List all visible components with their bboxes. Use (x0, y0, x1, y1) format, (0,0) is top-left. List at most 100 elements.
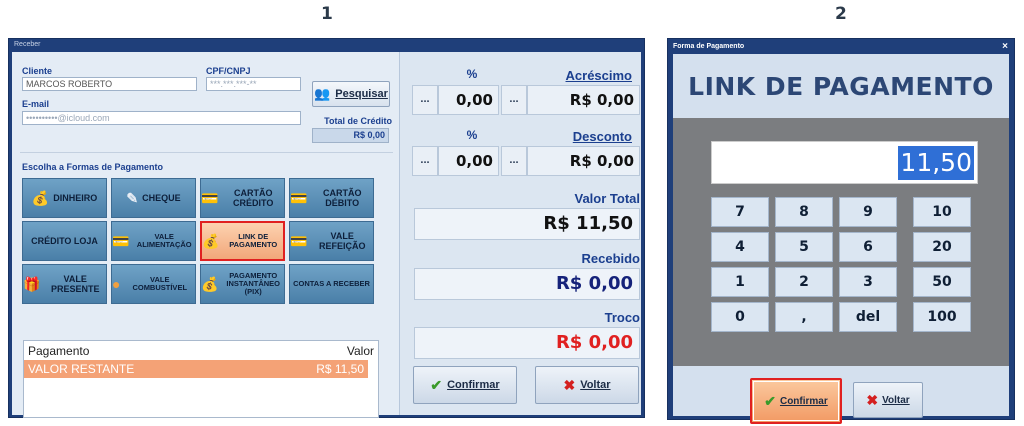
change-label: Troco (604, 310, 640, 325)
received-label: Recebido (581, 251, 640, 266)
cpf-field[interactable]: ***.***.***-** (206, 77, 301, 91)
cash-icon: 💰 (31, 190, 50, 206)
link-payment-icon: 💰 (202, 233, 220, 249)
client-label: Cliente (22, 66, 53, 76)
payment-gift-voucher-button[interactable]: 🎁 VALE PRESENTE (22, 264, 107, 304)
receive-window: Receber Cliente MARCOS ROBERTO CPF/CNPJ … (8, 38, 645, 418)
window-title: Forma de Pagamento (673, 43, 745, 50)
column-value: Valor (346, 343, 374, 358)
gift-icon: 🎁 (23, 276, 41, 292)
email-label: E-mail (22, 99, 50, 109)
window-title-bar: Forma de Pagamento × (668, 39, 1014, 54)
confirm-button-label: Confirmar (779, 395, 828, 407)
left-pane: Cliente MARCOS ROBERTO CPF/CNPJ ***.***.… (12, 52, 400, 418)
pix-icon: 💰 (201, 276, 219, 292)
payment-fuel-voucher-button[interactable]: ● VALE COMBUSTÍVEL (111, 264, 196, 304)
surcharge-value-field[interactable]: R$ 0,00 (527, 85, 640, 115)
keypad-key[interactable]: 8 (775, 197, 833, 227)
close-x-icon: ✖ (866, 391, 879, 408)
column-payment: Pagamento (28, 343, 90, 358)
window-title: Receber (14, 41, 41, 48)
payment-meal-voucher-button[interactable]: 💳 VALE REFEIÇÃO (289, 221, 374, 261)
payment-fuel-voucher-label: VALE COMBUSTÍVEL (132, 275, 188, 292)
discount-value-field[interactable]: R$ 0,00 (527, 146, 640, 176)
back-button[interactable]: ✖ Voltar (535, 366, 639, 404)
amount-input[interactable]: 11,50 (711, 141, 978, 184)
discount-percent-dots-button[interactable]: ... (412, 146, 438, 176)
table-row[interactable]: VALOR RESTANTE R$ 11,50 (24, 360, 368, 378)
keypad-key[interactable]: 7 (711, 197, 769, 227)
back-button[interactable]: ✖ Voltar (853, 382, 923, 418)
payment-gift-voucher-label: VALE PRESENTE (50, 274, 100, 294)
change-value: R$ 0,00 (414, 327, 640, 359)
surcharge-value-dots-button[interactable]: ... (501, 85, 527, 115)
keypad-key[interactable]: 50 (913, 267, 971, 297)
total-value: R$ 11,50 (414, 208, 640, 240)
confirm-button[interactable]: ✔ Confirmar (413, 366, 517, 404)
payments-table[interactable]: Pagamento Valor VALOR RESTANTE R$ 11,50 (23, 340, 379, 418)
keypad-key[interactable]: 6 (839, 232, 897, 262)
cpf-label: CPF/CNPJ (206, 66, 251, 76)
payment-pix-label: PAGAMENTO INSTANTÂNEO (PIX) (226, 271, 281, 296)
received-value[interactable]: R$ 0,00 (414, 268, 640, 300)
payment-food-voucher-button[interactable]: 💳 VALE ALIMENTAÇÃO (111, 221, 196, 261)
keypad-key[interactable]: , (775, 302, 833, 332)
surcharge-percent-dots-button[interactable]: ... (412, 85, 438, 115)
confirm-button-label: Confirmar (447, 379, 500, 391)
search-button-label: Pesquisar (335, 88, 388, 100)
back-button-label: Voltar (580, 379, 611, 391)
keypad-key[interactable]: 3 (839, 267, 897, 297)
discount-percent-field[interactable]: 0,00 (438, 146, 499, 176)
choose-payment-label: Escolha a Formas de Pagamento (22, 162, 164, 172)
payment-credit-card-label: CARTÃO CRÉDITO (233, 188, 274, 208)
payment-debit-card-label: CARTÃO DÉBITO (322, 188, 362, 208)
keypad-key[interactable]: 5 (775, 232, 833, 262)
payment-cash-label: DINHEIRO (53, 193, 98, 203)
row-payment: VALOR RESTANTE (28, 362, 135, 376)
search-button[interactable]: 👥 Pesquisar (312, 81, 390, 107)
discount-percent-label: % (466, 128, 478, 142)
step-number-1: 1 (321, 4, 333, 24)
amount-selected-text: 11,50 (898, 146, 974, 180)
client-field[interactable]: MARCOS ROBERTO (22, 77, 197, 91)
payment-receivables-button[interactable]: CONTAS A RECEBER (289, 264, 374, 304)
discount-value-dots-button[interactable]: ... (501, 146, 527, 176)
keypad-key[interactable]: 10 (913, 197, 971, 227)
payment-credit-card-button[interactable]: 💳 CARTÃO CRÉDITO (200, 178, 285, 218)
keypad-key[interactable]: 100 (913, 302, 971, 332)
keypad-key[interactable]: 9 (839, 197, 897, 227)
surcharge-percent-label: % (466, 67, 478, 81)
email-field[interactable]: ••••••••••@icloud.com (22, 111, 301, 125)
payment-check-button[interactable]: ✎ CHEQUE (111, 178, 196, 218)
keypad-key[interactable]: 2 (775, 267, 833, 297)
row-value: R$ 11,50 (316, 362, 364, 376)
page-title: LINK DE PAGAMENTO (688, 72, 994, 101)
payment-pix-button[interactable]: 💰 PAGAMENTO INSTANTÂNEO (PIX) (200, 264, 285, 304)
keypad-key[interactable]: 1 (711, 267, 769, 297)
keypad-key[interactable]: del (839, 302, 897, 332)
discount-label[interactable]: Desconto (512, 129, 632, 144)
keypad-key[interactable]: 0 (711, 302, 769, 332)
payment-cash-button[interactable]: 💰 DINHEIRO (22, 178, 107, 218)
payment-link-window: Forma de Pagamento × LINK DE PAGAMENTO 1… (667, 38, 1015, 424)
close-icon[interactable]: × (1002, 39, 1008, 54)
payment-link-button[interactable]: 💰 LINK DE PAGAMENTO (200, 221, 285, 261)
payment-link-label: LINK DE PAGAMENTO (229, 232, 278, 249)
keypad-area: 11,50 7 8 9 10 4 5 6 20 1 2 3 50 0, del 100 (673, 118, 1009, 366)
payments-table-header: Pagamento Valor (24, 341, 378, 360)
voucher-card-icon: 💳 (112, 233, 130, 249)
payment-debit-card-button[interactable]: 💳 CARTÃO DÉBITO (289, 178, 374, 218)
keypad-key[interactable]: 20 (913, 232, 971, 262)
surcharge-label[interactable]: Acréscimo (512, 68, 632, 83)
payment-check-label: CHEQUE (142, 193, 181, 203)
payment-store-credit-button[interactable]: CRÉDITO LOJA (22, 221, 107, 261)
confirm-button[interactable]: ✔ Confirmar (750, 378, 842, 424)
window-body: LINK DE PAGAMENTO 11,50 7 8 9 10 4 5 6 20 1 2 3 50 0… (673, 54, 1009, 424)
surcharge-percent-field[interactable]: 0,00 (438, 85, 499, 115)
keypad-key[interactable]: 4 (711, 232, 769, 262)
step-number-2: 2 (835, 4, 847, 24)
payment-store-credit-label: CRÉDITO LOJA (31, 236, 98, 246)
total-label: Valor Total (574, 191, 641, 206)
checkmark-icon: ✔ (764, 392, 776, 409)
fuel-icon: ● (112, 276, 121, 292)
